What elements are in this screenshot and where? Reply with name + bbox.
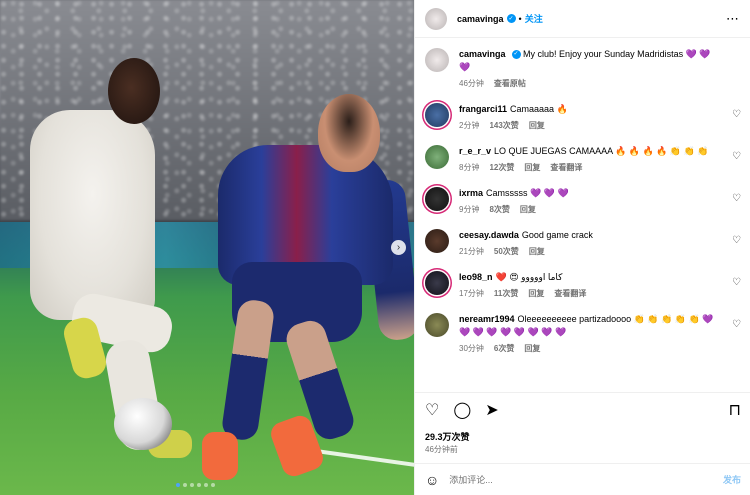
orange-boot [202,432,238,480]
comments-list[interactable]: camavinga ✓ My club! Enjoy your Sunday Ma… [415,38,750,390]
comment-username[interactable]: r_e_r_v [459,146,491,156]
comment-time: 9分钟 [459,205,480,214]
post-photo[interactable]: › [0,0,414,495]
carousel-dot-active [176,483,180,487]
post-header: camavinga ✓ • 关注 ⋯ [415,0,750,38]
chevron-right-icon: › [396,242,401,253]
comment-row: frangarci11 Camaaaaa 🔥 2分钟 143次赞 回复 ♡ [425,103,741,131]
post-side-panel: camavinga ✓ • 关注 ⋯ camavinga ✓ My club! E… [414,0,750,495]
comment-username[interactable]: ixrma [459,188,483,198]
blue-kit-player-leg [220,298,276,442]
carousel-dot [183,483,187,487]
dot-separator: • [518,13,522,24]
author-username[interactable]: camavinga [457,14,504,24]
reply-button[interactable]: 回复 [524,343,540,354]
carousel-dot [197,483,201,487]
post-actions-bar: ♡ ◯ ➤ ⊓ [415,392,750,428]
comment-row: ceesay.dawda Good game crack 21分钟 50次赞 回复… [425,229,741,257]
see-translation-link[interactable]: 查看翻译 [554,288,586,299]
comment-time: 17分钟 [459,289,484,298]
commenter-avatar[interactable] [425,313,449,337]
comment-row: r_e_r_v LO QUE JUEGAS CAMAAAA 🔥 🔥 🔥 🔥 👏 👏… [425,145,741,173]
more-options-icon[interactable]: ⋯ [726,11,740,27]
commenter-avatar[interactable] [425,271,449,295]
verified-badge-icon: ✓ [511,50,521,60]
comment-username[interactable]: ceesay.dawda [459,230,519,240]
post-timestamp: 46分钟前 [425,445,458,454]
reply-button[interactable]: 回复 [520,204,536,215]
comment-text: Camaaaaa 🔥 [510,104,568,114]
commenter-avatar[interactable] [425,187,449,211]
reply-button[interactable]: 回复 [524,162,540,173]
comment-time: 30分钟 [459,344,484,353]
like-heart-icon[interactable]: ♡ [425,402,439,419]
instagram-post: › camavinga ✓ • 关注 ⋯ camavinga ✓ My club… [0,0,750,495]
like-comment-heart-icon[interactable]: ♡ [732,319,741,330]
caption-username[interactable]: camavinga [459,49,506,59]
comment-likes[interactable]: 8次赞 [489,204,509,215]
verified-badge-icon: ✓ [506,14,516,23]
comment-text: Good game crack [521,230,593,240]
white-kit-player-head [108,58,160,124]
share-send-icon[interactable]: ➤ [485,402,498,419]
caption-row: camavinga ✓ My club! Enjoy your Sunday Ma… [425,48,741,89]
comment-row: leo98_n ❤️ 😍 كاما اووووو 17分钟 11次赞 回复 查看翻… [425,271,741,299]
reply-button[interactable]: 回复 [528,288,544,299]
like-comment-heart-icon[interactable]: ♡ [732,193,741,204]
comment-row: nereamr1994 Oleeeeeeeeee partizadoooo 👏 👏… [425,313,741,354]
comment-likes[interactable]: 6次赞 [494,343,514,354]
comment-likes[interactable]: 12次赞 [489,162,514,173]
like-comment-heart-icon[interactable]: ♡ [732,277,741,288]
comment-likes[interactable]: 143次赞 [489,120,518,131]
author-avatar[interactable] [425,48,449,72]
post-comment-button[interactable]: 发布 [723,473,741,486]
add-comment-input[interactable] [449,474,723,485]
comment-time: 2分钟 [459,121,480,130]
comment-username[interactable]: nereamr1994 [459,314,515,324]
commenter-avatar[interactable] [425,145,449,169]
comment-row: ixrma Camsssss 💜 💜 💜 9分钟 8次赞 回复 ♡ [425,187,741,215]
see-translation-link[interactable]: 查看翻译 [550,162,582,173]
reply-button[interactable]: 回复 [529,246,545,257]
carousel-dot [211,483,215,487]
like-comment-heart-icon[interactable]: ♡ [732,235,741,246]
commenter-avatar[interactable] [425,103,449,127]
comment-time: 8分钟 [459,163,480,172]
follow-button[interactable]: 关注 [525,12,543,25]
blue-kit-player-head [318,94,380,172]
comment-likes[interactable]: 11次赞 [494,288,518,299]
bookmark-icon[interactable]: ⊓ [729,402,741,419]
football [114,398,172,450]
comment-bubble-icon[interactable]: ◯ [453,402,471,419]
carousel-next-button[interactable]: › [391,240,406,255]
comment-likes[interactable]: 50次赞 [494,246,519,257]
emoji-icon[interactable]: ☺ [425,472,439,488]
like-comment-heart-icon[interactable]: ♡ [732,109,741,120]
likes-count[interactable]: 29.3万次赞 [425,430,470,443]
add-comment-bar: ☺ 发布 [415,463,750,495]
commenter-avatar[interactable] [425,229,449,253]
comment-username[interactable]: leo98_n [459,272,493,282]
comment-text: ❤️ 😍 كاما اووووو [495,272,563,282]
author-avatar[interactable] [425,7,447,30]
carousel-dot [190,483,194,487]
comment-username[interactable]: frangarci11 [459,104,507,114]
comment-time: 21分钟 [459,247,484,256]
see-original-link[interactable]: 查看原帖 [494,78,526,89]
caption-time: 46分钟 [459,79,484,88]
comment-text: Camsssss 💜 💜 💜 [486,188,569,198]
comment-text: LO QUE JUEGAS CAMAAAA 🔥 🔥 🔥 🔥 👏 👏 👏 [494,146,709,156]
reply-button[interactable]: 回复 [529,120,545,131]
carousel-dots [176,483,215,487]
carousel-dot [204,483,208,487]
white-kit-player-body [30,110,155,320]
like-comment-heart-icon[interactable]: ♡ [732,151,741,162]
